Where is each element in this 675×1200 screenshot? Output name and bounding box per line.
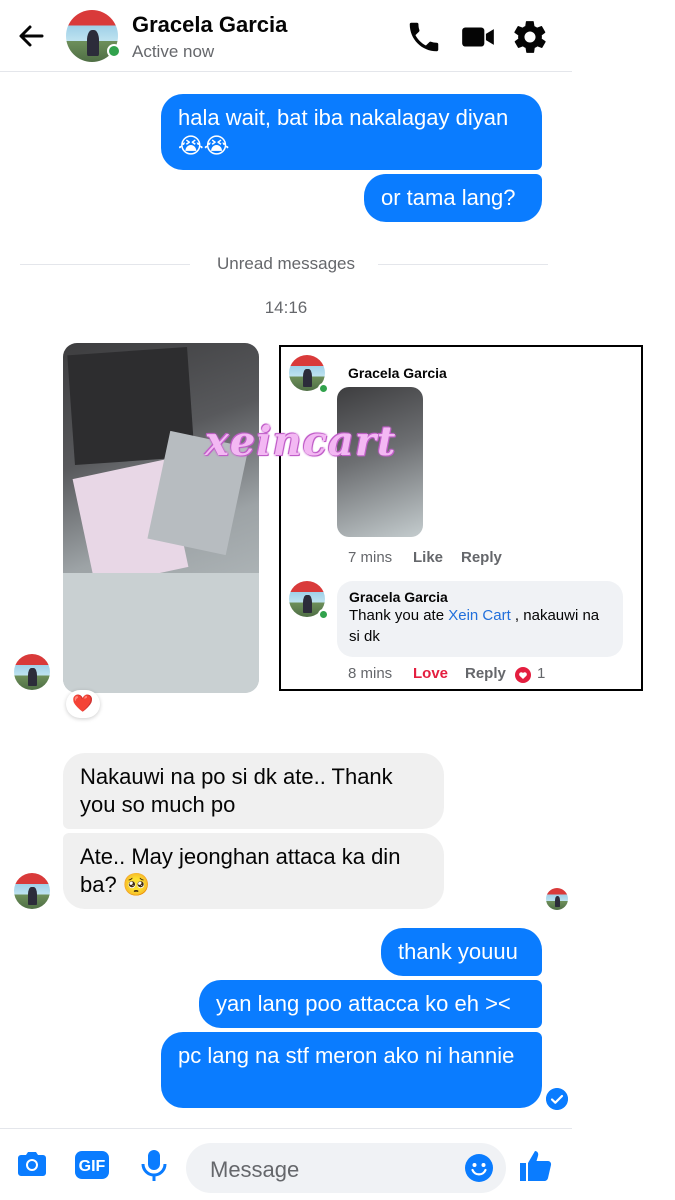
comment-reaction-count: 1 bbox=[537, 665, 546, 682]
shared-photo[interactable] bbox=[63, 343, 259, 693]
outgoing-message[interactable]: pc lang na stf meron ako ni hannie bbox=[161, 1032, 542, 1108]
unread-messages-label: Unread messages bbox=[217, 254, 355, 273]
post-time: 7 mins bbox=[348, 549, 393, 566]
outgoing-message[interactable]: or tama lang? bbox=[364, 174, 542, 222]
online-indicator bbox=[107, 44, 121, 58]
emoji-icon[interactable] bbox=[464, 1153, 494, 1183]
contact-name[interactable]: Gracela Garcia bbox=[132, 12, 287, 38]
post-like: Like bbox=[413, 549, 444, 566]
outgoing-message[interactable]: thank youuu bbox=[381, 928, 542, 976]
comment-time: 8 mins bbox=[348, 665, 393, 682]
delivered-check-icon bbox=[546, 1088, 568, 1110]
thumbs-up-icon[interactable] bbox=[516, 1145, 556, 1185]
chat-header: Gracela Garcia Active now bbox=[0, 0, 572, 72]
sender-avatar bbox=[14, 654, 50, 690]
incoming-message[interactable]: Nakauwi na po si dk ate.. Thank you so m… bbox=[63, 753, 444, 829]
outgoing-message[interactable]: hala wait, bat iba nakalagay diyan 😭😭 bbox=[161, 94, 542, 170]
seen-avatar bbox=[546, 888, 568, 910]
message-composer: GIF Message bbox=[0, 1128, 572, 1200]
online-indicator bbox=[318, 609, 329, 620]
microphone-icon[interactable] bbox=[134, 1145, 174, 1185]
online-indicator bbox=[318, 383, 329, 394]
back-arrow-icon[interactable] bbox=[14, 18, 50, 54]
sender-avatar bbox=[14, 873, 50, 909]
watermark-logo: xeincart bbox=[205, 418, 397, 465]
messenger-screen: Gracela Garcia Active now hala wait, bat… bbox=[0, 0, 675, 1200]
phone-call-icon[interactable] bbox=[405, 18, 443, 56]
contact-status: Active now bbox=[132, 42, 215, 61]
comment-text: Thank you ate Xein Cart , nakauwi na si … bbox=[349, 605, 611, 647]
settings-gear-icon[interactable] bbox=[511, 18, 549, 56]
incoming-message[interactable]: Ate.. May jeonghan attaca ka din ba? 🥺 bbox=[63, 833, 444, 909]
comment-bubble: Gracela Garcia Thank you ate Xein Cart ,… bbox=[337, 581, 623, 657]
camera-icon[interactable] bbox=[12, 1145, 52, 1185]
svg-text:GIF: GIF bbox=[79, 1158, 106, 1175]
comment-author-name: Gracela Garcia bbox=[349, 589, 448, 605]
outgoing-message[interactable]: yan lang poo attacca ko eh >< bbox=[199, 980, 542, 1028]
video-call-icon[interactable] bbox=[459, 18, 497, 56]
message-input[interactable]: Message bbox=[186, 1143, 506, 1193]
message-timestamp: 14:16 bbox=[264, 298, 308, 317]
comment-text-part: Thank you ate bbox=[349, 607, 449, 624]
message-input-placeholder: Message bbox=[210, 1157, 300, 1182]
post-author-name: Gracela Garcia bbox=[348, 365, 447, 381]
post-reply: Reply bbox=[461, 549, 502, 566]
gif-icon[interactable]: GIF bbox=[72, 1145, 112, 1185]
love-reaction-icon bbox=[515, 667, 531, 683]
comment-reply: Reply bbox=[465, 665, 506, 682]
shared-screenshot[interactable]: Gracela Garcia 7 mins Like Reply Gracela… bbox=[279, 345, 643, 691]
comment-mention-link: Xein Cart bbox=[448, 607, 511, 624]
heart-reaction[interactable]: ❤️ bbox=[66, 690, 100, 718]
comment-love: Love bbox=[413, 665, 449, 682]
